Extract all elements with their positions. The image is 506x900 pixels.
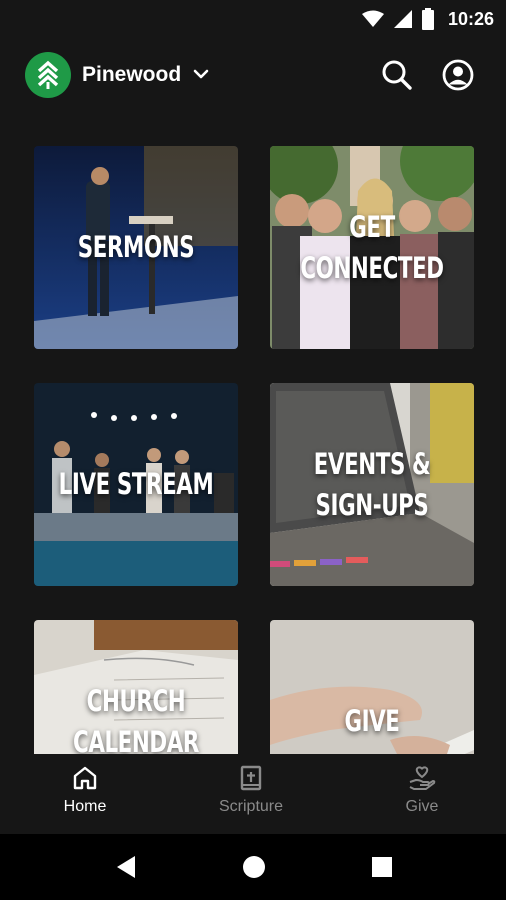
tile-label: GET CONNECTED bbox=[300, 209, 444, 285]
give-hand-heart-icon bbox=[409, 766, 436, 790]
bible-icon bbox=[240, 765, 262, 791]
tile-get-connected[interactable]: GET CONNECTED bbox=[270, 146, 474, 349]
account-icon[interactable] bbox=[441, 58, 475, 92]
nav-label-give: Give bbox=[405, 798, 439, 815]
bottom-nav: Home Scripture Give bbox=[0, 754, 506, 834]
nav-give[interactable]: Give bbox=[367, 764, 477, 828]
chevron-down-icon[interactable] bbox=[191, 64, 211, 84]
tile-events-signups[interactable]: EVENTS & SIGN-UPS bbox=[270, 383, 474, 586]
pine-tree-logo-icon bbox=[37, 60, 59, 89]
system-nav-bar bbox=[0, 834, 506, 900]
tile-give[interactable]: GIVE bbox=[270, 620, 474, 754]
status-time: 10:26 bbox=[447, 8, 494, 29]
tile-label: LIVE STREAM bbox=[58, 467, 214, 501]
tile-church-calendar[interactable]: CHURCH CALENDAR bbox=[34, 620, 238, 754]
recents-icon[interactable] bbox=[369, 854, 395, 880]
status-bar: 10:26 bbox=[0, 0, 506, 38]
tile-label: CHURCH CALENDAR bbox=[73, 683, 199, 755]
back-icon[interactable] bbox=[113, 854, 139, 880]
wifi-icon bbox=[361, 10, 384, 27]
search-icon[interactable] bbox=[380, 58, 414, 92]
tile-label: GIVE bbox=[344, 704, 400, 738]
tile-label: EVENTS & SIGN-UPS bbox=[313, 446, 431, 522]
home-icon bbox=[73, 766, 97, 790]
nav-label-scripture: Scripture bbox=[218, 798, 284, 815]
nav-scripture[interactable]: Scripture bbox=[196, 764, 306, 828]
signal-icon bbox=[393, 10, 412, 28]
battery-icon bbox=[421, 8, 434, 30]
tile-live-stream[interactable]: LIVE STREAM bbox=[34, 383, 238, 586]
tile-label: SERMONS bbox=[77, 230, 195, 264]
app-header: Pinewood bbox=[0, 46, 506, 104]
nav-label-home: Home bbox=[63, 798, 107, 815]
tile-sermons[interactable]: SERMONS bbox=[34, 146, 238, 349]
home-circle-icon[interactable] bbox=[241, 854, 267, 880]
feature-tiles-grid: SERMONS GET CONNECTED LIVE STREAM EVENTS… bbox=[0, 146, 506, 754]
nav-home[interactable]: Home bbox=[30, 764, 140, 828]
status-icons: 10:26 bbox=[361, 6, 494, 32]
org-name[interactable]: Pinewood bbox=[82, 63, 181, 87]
church-logo[interactable] bbox=[25, 52, 71, 98]
